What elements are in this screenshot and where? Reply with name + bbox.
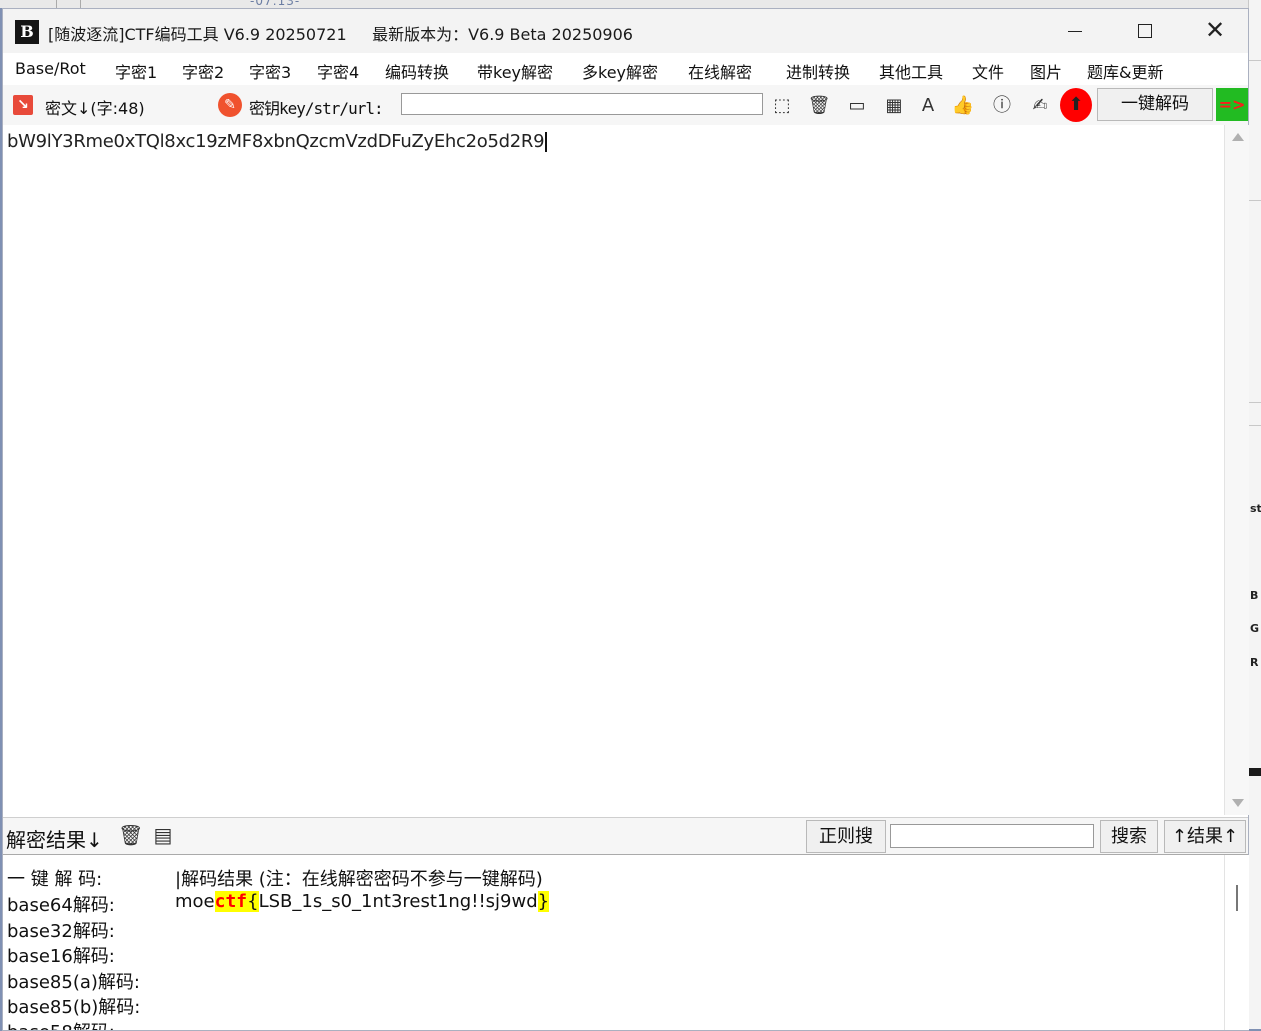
- onekey-decode-button[interactable]: 一键解码: [1097, 88, 1213, 121]
- terminal-icon[interactable]: ▭: [844, 93, 870, 119]
- flag-body: LSB_1s_s0_1nt3rest1ng!!sj9wd: [258, 891, 538, 912]
- cipher-text: bW9lY3Rme0xTQl8xc19zMF8xbnQzcmVzdDFuZyEh…: [7, 131, 548, 152]
- font-icon[interactable]: A: [915, 93, 941, 119]
- result-row: base16解码:: [7, 942, 1217, 968]
- cursor-select-icon[interactable]: ⬚: [769, 93, 795, 119]
- desktop-right-strip: st B G R: [1248, 0, 1261, 1029]
- desktop-black-bar: [1249, 768, 1261, 776]
- menu-zimi1[interactable]: 字密1: [115, 59, 157, 83]
- desktop-divider: [1249, 60, 1261, 61]
- desktop-top-strip: -07:13-: [0, 0, 1248, 8]
- cipher-scrollbar[interactable]: [1224, 125, 1249, 815]
- desktop-divider: [56, 0, 57, 8]
- key-input[interactable]: [401, 93, 763, 115]
- result-row: 一 键 解 码: |解码结果 (注：在线解密密码不参与一键解码): [7, 865, 1217, 891]
- cipher-label: 密文↓(字:48): [45, 99, 145, 118]
- result-search-input[interactable]: [890, 824, 1094, 848]
- desktop-divider: [1249, 425, 1261, 426]
- upload-icon[interactable]: ⬆: [1060, 88, 1092, 122]
- app-logo-icon: B: [15, 20, 39, 44]
- menu-online-decrypt[interactable]: 在线解密: [688, 59, 752, 83]
- menu-other-tools[interactable]: 其他工具: [879, 59, 943, 83]
- result-row: base64解码: moectf{LSB_1s_s0_1nt3rest1ng!!…: [7, 891, 1217, 917]
- result-row: base85(a)解码:: [7, 968, 1217, 994]
- import-icon[interactable]: ↘: [13, 95, 33, 115]
- side-letter: G: [1250, 622, 1260, 635]
- window-title: [随波逐流]CTF编码工具 V6.9 20250721 最新版本为：V6.9 B…: [48, 25, 633, 44]
- app-window: B [随波逐流]CTF编码工具 V6.9 20250721 最新版本为：V6.9…: [2, 8, 1249, 1031]
- menu-base-rot[interactable]: Base/Rot: [15, 59, 86, 78]
- toolbar: ↘ 密文↓(字:48) ✎ 密钥key/str/url: ⬚ 🗑 ▭ ▦ A 👍…: [3, 85, 1248, 126]
- cipher-value: bW9lY3Rme0xTQl8xc19zMF8xbnQzcmVzdDFuZyEh…: [7, 131, 545, 152]
- menu-multikey-decrypt[interactable]: 多key解密: [582, 59, 658, 83]
- result-row-value: |解码结果 (注：在线解密密码不参与一键解码): [175, 869, 543, 890]
- maximize-button[interactable]: [1108, 9, 1178, 53]
- cipher-textarea[interactable]: bW9lY3Rme0xTQl8xc19zMF8xbnQzcmVzdDFuZyEh…: [3, 125, 1224, 815]
- flag-prefix: moe: [175, 891, 215, 912]
- help-icon[interactable]: ⓘ: [989, 93, 1015, 119]
- result-label: 解密结果↓: [6, 828, 103, 852]
- regex-search-button[interactable]: 正则搜: [806, 820, 886, 853]
- menu-zimi2[interactable]: 字密2: [182, 59, 224, 83]
- result-textarea[interactable]: 一 键 解 码: |解码结果 (注：在线解密密码不参与一键解码) base64解…: [3, 855, 1224, 1030]
- desktop-divider: [1249, 402, 1261, 403]
- scroll-up-icon[interactable]: [1232, 133, 1244, 141]
- result-row-label: 一 键 解 码:: [7, 869, 103, 890]
- result-copy-icon[interactable]: ▤: [151, 823, 175, 847]
- result-row-value: moectf{LSB_1s_s0_1nt3rest1ng!!sj9wd}: [175, 891, 550, 912]
- result-row-label: base58解码:: [7, 1018, 115, 1030]
- close-icon: ✕: [1205, 16, 1226, 44]
- close-button[interactable]: ✕: [1178, 9, 1248, 53]
- menu-key-decrypt[interactable]: 带key解密: [477, 59, 553, 83]
- title-bar[interactable]: B [随波逐流]CTF编码工具 V6.9 20250721 最新版本为：V6.9…: [3, 9, 1248, 53]
- result-trash-icon[interactable]: 🗑: [118, 823, 143, 847]
- flag-brace-close: }: [537, 891, 550, 912]
- go-button[interactable]: =>: [1216, 88, 1248, 121]
- desktop-divider: [80, 0, 81, 8]
- flag-brace-open: {: [247, 891, 259, 912]
- result-row: base58解码:: [7, 1018, 1217, 1030]
- result-row-label: base16解码:: [7, 946, 115, 967]
- maximize-icon: [1138, 24, 1152, 38]
- result-toolbar: 解密结果↓ 🗑 ▤ 正则搜 搜索 ↑结果↑: [3, 817, 1248, 855]
- menu-bar: Base/Rot 字密1 字密2 字密3 字密4 编码转换 带key解密 多ke…: [3, 53, 1248, 85]
- result-row-label: base32解码:: [7, 921, 115, 942]
- result-row: base85(b)解码:: [7, 993, 1217, 1019]
- desktop-time-label: -07:13-: [250, 0, 301, 8]
- menu-zimi4[interactable]: 字密4: [317, 59, 359, 83]
- result-scrollbar[interactable]: [1224, 855, 1249, 1030]
- text-caret: [545, 132, 548, 152]
- trash-icon[interactable]: 🗑: [806, 93, 832, 119]
- side-letter: st: [1250, 502, 1261, 515]
- result-up-button[interactable]: ↑结果↑: [1164, 820, 1246, 853]
- thumbs-up-icon[interactable]: 👍: [950, 93, 976, 119]
- result-row-label: base64解码:: [7, 895, 115, 916]
- flag-highlight: ctf: [214, 891, 248, 912]
- search-button[interactable]: 搜索: [1100, 820, 1158, 853]
- side-letter: R: [1250, 656, 1259, 669]
- desktop-divider: [1249, 200, 1261, 201]
- minimize-icon: [1068, 31, 1082, 32]
- menu-zimi3[interactable]: 字密3: [249, 59, 291, 83]
- edit-icon[interactable]: ✍: [1027, 93, 1053, 119]
- result-row-label: base85(b)解码:: [7, 997, 141, 1018]
- menu-image[interactable]: 图片: [1030, 59, 1062, 83]
- menu-encoding-convert[interactable]: 编码转换: [385, 59, 449, 83]
- menu-base-convert[interactable]: 进制转换: [786, 59, 850, 83]
- calculator-icon[interactable]: ▦: [881, 93, 907, 119]
- result-scroll-thumb[interactable]: [1236, 885, 1238, 911]
- side-letter: B: [1250, 589, 1259, 602]
- key-icon[interactable]: ✎: [218, 93, 242, 117]
- scroll-down-icon[interactable]: [1232, 799, 1244, 807]
- key-label: 密钥key/str/url:: [249, 99, 384, 118]
- result-row-label: base85(a)解码:: [7, 972, 140, 993]
- menu-tiku-update[interactable]: 题库&更新: [1087, 59, 1163, 83]
- menu-file[interactable]: 文件: [972, 59, 1004, 83]
- minimize-button[interactable]: [1038, 9, 1108, 53]
- result-row: base32解码:: [7, 917, 1217, 943]
